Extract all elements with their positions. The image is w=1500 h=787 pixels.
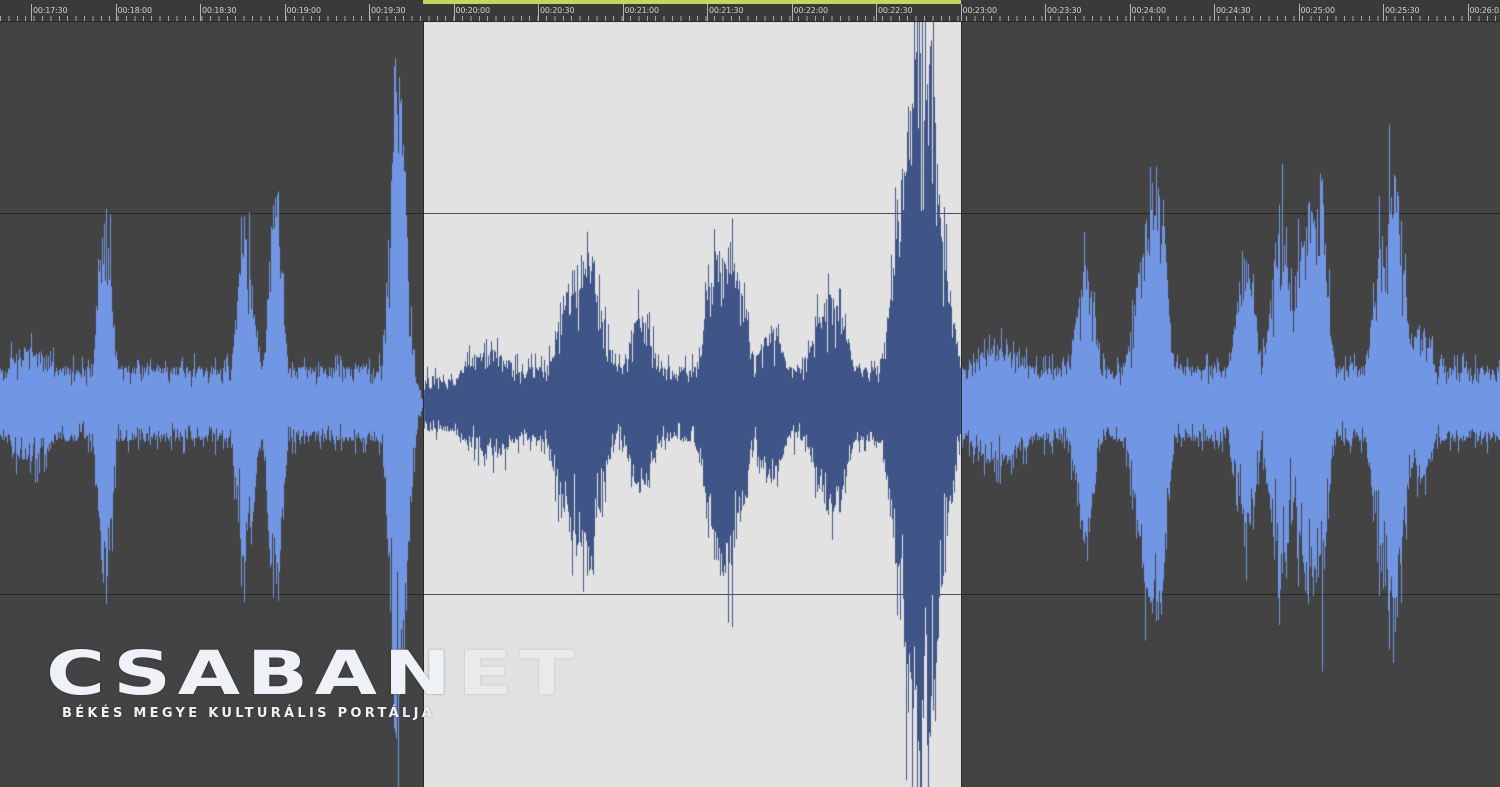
ruler-time-label: 00:22:00 xyxy=(793,6,829,15)
timeline-ruler[interactable]: 00:17:30 00:18:00 00:18:30 00:19:00 00:19:30… xyxy=(0,0,1500,22)
ruler-time-label: 00:25:00 xyxy=(1300,6,1336,15)
ruler-major-tick xyxy=(1129,4,1131,21)
ruler-time-label: 00:21:00 xyxy=(624,6,660,15)
ruler-major-tick xyxy=(115,4,117,21)
watermark-logo: CSABANET xyxy=(46,643,680,704)
ruler-time-label: 00:19:00 xyxy=(286,6,322,15)
ruler-major-tick xyxy=(622,4,624,21)
ruler-major-tick xyxy=(707,4,708,21)
ruler-major-tick xyxy=(200,4,201,21)
ruler-major-tick xyxy=(1298,4,1300,21)
ruler-time-label: 00:22:30 xyxy=(878,6,913,15)
ruler-time-label: 00:17:30 xyxy=(33,6,68,15)
audio-editor-window: 00:17:30 00:18:00 00:18:30 00:19:00 00:19:30… xyxy=(0,0,1500,787)
ruler-major-tick xyxy=(1383,4,1384,21)
selection-edge-right[interactable] xyxy=(961,22,962,787)
ruler-time-label: 00:18:30 xyxy=(202,6,237,15)
ruler-time-label: 00:20:30 xyxy=(540,6,575,15)
ruler-major-tick xyxy=(876,4,877,21)
ruler-major-tick xyxy=(284,4,286,21)
ruler-major-tick xyxy=(453,4,455,21)
ruler-time-label: 00:23:00 xyxy=(962,6,998,15)
ruler-major-tick xyxy=(1214,4,1215,21)
csabanet-watermark: CSABANET BÉKÉS MEGYE KULTURÁLIS PORTÁLJA xyxy=(46,643,574,726)
ruler-major-tick xyxy=(31,4,32,21)
selection-range-marker[interactable] xyxy=(423,0,961,4)
ruler-time-label: 00:24:30 xyxy=(1216,6,1251,15)
watermark-logo-main: CSABAN xyxy=(46,638,458,709)
ruler-time-label: 00:21:30 xyxy=(709,6,744,15)
ruler-time-label: 00:18:00 xyxy=(117,6,153,15)
ruler-major-tick xyxy=(1467,4,1469,21)
watermark-logo-faded: ET xyxy=(457,638,581,709)
ruler-time-label: 00:19:30 xyxy=(371,6,406,15)
ruler-time-label: 00:20:00 xyxy=(455,6,491,15)
ruler-major-tick xyxy=(791,4,793,21)
ruler-time-label: 00:26:0 xyxy=(1469,6,1500,15)
ruler-major-tick xyxy=(538,4,539,21)
ruler-major-tick xyxy=(1045,4,1046,21)
ruler-major-tick xyxy=(960,4,962,21)
ruler-time-label: 00:24:00 xyxy=(1131,6,1167,15)
ruler-minor-ticks xyxy=(0,16,1500,21)
ruler-time-label: 00:25:30 xyxy=(1385,6,1420,15)
ruler-time-label: 00:23:30 xyxy=(1047,6,1082,15)
ruler-major-tick xyxy=(369,4,370,21)
